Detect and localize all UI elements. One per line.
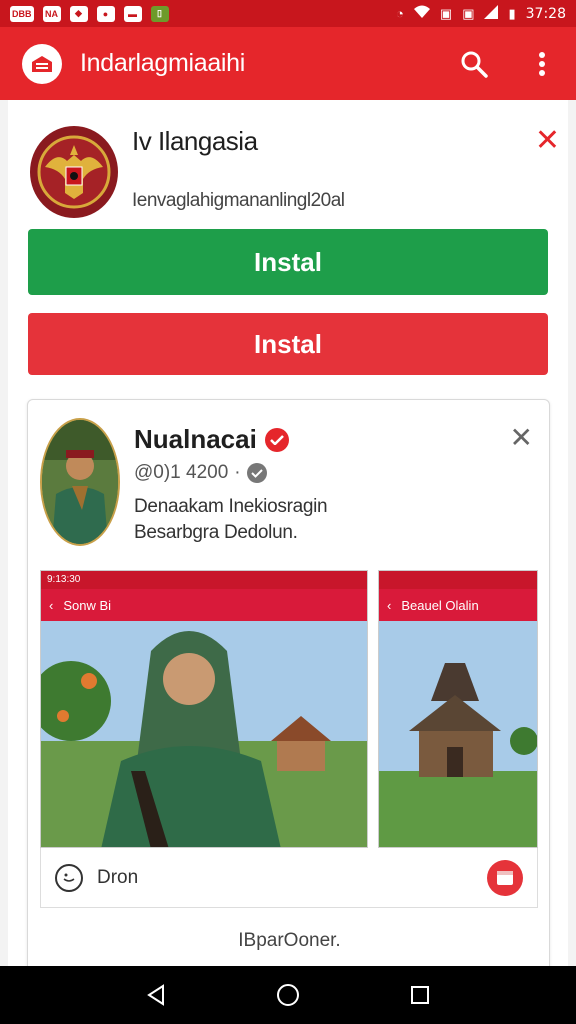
avatar[interactable]	[40, 418, 120, 546]
notification-icon: ▯	[150, 5, 169, 22]
screenshot-toolbar: ‹ Sonw Bi	[41, 589, 367, 621]
post-author-name[interactable]: Nualnacai	[134, 424, 289, 455]
more-options-icon[interactable]	[526, 48, 558, 80]
notification-icon: DBB	[10, 5, 34, 22]
notification-icon: ▬	[123, 5, 142, 22]
search-icon[interactable]	[458, 48, 490, 80]
status-indicators: ◔ ▣ ▣ ▮ 37:28	[396, 5, 566, 22]
wifi-icon	[413, 5, 430, 22]
home-icon[interactable]	[268, 975, 308, 1015]
install-button-primary[interactable]: Instal	[28, 229, 548, 295]
app-bar: Indarlagmiaaihi	[0, 27, 576, 100]
card-footer-link[interactable]: IBparOoner.	[28, 930, 551, 952]
back-arrow-icon: ‹	[387, 597, 392, 613]
screenshot-toolbar-title: Beauel Olalin	[401, 597, 479, 613]
woman-in-hijab-photo	[41, 621, 367, 847]
verified-badge-icon	[264, 427, 289, 452]
post-card: Nualnacai @0)1 4200 · Denaakam Inekiosra…	[27, 399, 550, 979]
post-description-line: Denaakam Inekiosragin	[134, 496, 328, 517]
promo-title: Iv Ilangasia	[132, 126, 258, 156]
install-button-secondary[interactable]: Instal	[28, 313, 548, 375]
notification-icon: NA	[42, 5, 61, 22]
close-icon[interactable]: ✕	[535, 126, 560, 156]
status-notifications: DBB NA ◆ ● ▬ ▯	[10, 5, 169, 22]
author-name-text: Nualnacai	[134, 424, 257, 454]
promo-header: Iv Ilangasia Ienvaglahigmananlingl20al ✕	[30, 122, 560, 222]
notification-icon: ◆	[69, 5, 88, 22]
garuda-emblem-icon	[30, 126, 118, 218]
install-panel: Iv Ilangasia Ienvaglahigmananlingl20al ✕…	[8, 100, 568, 979]
reaction-button[interactable]: Dron	[55, 863, 139, 892]
content-area[interactable]: Iv Ilangasia Ienvaglahigmananlingl20al ✕…	[0, 100, 576, 979]
traditional-house-photo	[379, 621, 537, 847]
post-meta-text: @0)1 4200	[134, 462, 229, 483]
app-logo-icon	[22, 43, 62, 84]
back-icon[interactable]	[136, 975, 176, 1015]
post-description: Denaakam Inekiosragin Besarbgra Dedolun.	[134, 494, 494, 546]
screenshot-image[interactable]: 9:13:30 ‹ Sonw Bi	[40, 570, 368, 848]
post-description-line: Besarbgra Dedolun.	[134, 522, 298, 543]
recents-icon[interactable]	[400, 975, 440, 1015]
screenshot-gallery: 9:13:30 ‹ Sonw Bi ‹ Beauel Olalin	[40, 570, 538, 848]
check-circle-icon	[246, 463, 267, 483]
sim-icon: ▣	[462, 5, 475, 21]
battery-icon: ▮	[508, 5, 516, 21]
smile-icon	[55, 863, 83, 892]
status-bar: DBB NA ◆ ● ▬ ▯ ◔ ▣ ▣ ▮ 37:28	[0, 0, 576, 27]
screenshot-status-text: 9:13:30	[47, 574, 81, 585]
clock: 37:28	[525, 5, 566, 22]
save-action-icon[interactable]	[487, 859, 523, 896]
screenshot-toolbar-title: Sonw Bi	[63, 597, 112, 613]
dismiss-post-icon[interactable]: ✕	[510, 424, 533, 452]
post-meta: @0)1 4200 ·	[134, 462, 267, 484]
reaction-label: Dron	[97, 866, 139, 888]
notification-icon: ●	[96, 5, 115, 22]
back-arrow-icon: ‹	[49, 597, 54, 613]
sim-icon: ▣	[439, 5, 453, 21]
system-nav-bar	[0, 966, 576, 1024]
screenshot-toolbar: ‹ Beauel Olalin	[379, 589, 537, 621]
promo-subtitle: Ienvaglahigmananlingl20al	[132, 190, 345, 211]
meta-separator: ·	[234, 462, 241, 483]
signal-icon	[484, 5, 499, 22]
screenshot-image[interactable]: ‹ Beauel Olalin	[378, 570, 538, 848]
alarm-icon: ◔	[396, 6, 404, 21]
post-footer: Dron	[40, 848, 538, 908]
screenshot-status-bar	[379, 571, 537, 589]
app-title: Indarlagmiaaihi	[80, 49, 246, 77]
screenshot-status-bar: 9:13:30	[41, 571, 367, 589]
